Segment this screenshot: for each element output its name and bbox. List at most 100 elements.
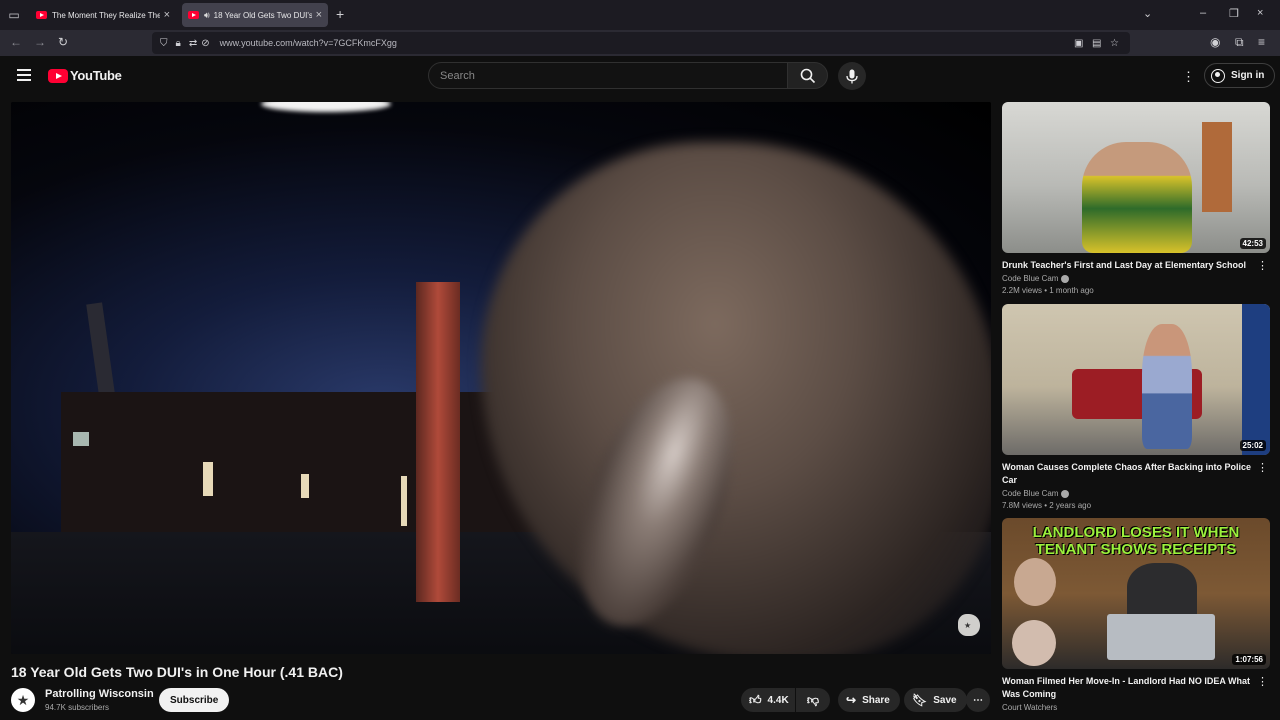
save-button[interactable]: 🔖︎ Save bbox=[904, 688, 967, 712]
url-text[interactable]: www.youtube.com/watch?v=7GCFKmcFXgg bbox=[220, 38, 397, 48]
voice-search-button[interactable] bbox=[838, 62, 866, 90]
video-frame-window bbox=[301, 474, 309, 498]
minimize-icon[interactable]: – bbox=[1200, 7, 1206, 19]
more-horizontal-icon: ⋯ bbox=[973, 694, 983, 706]
recommendation-item[interactable]: LANDLORD LOSES IT WHEN TENANT SHOWS RECE… bbox=[1002, 518, 1270, 712]
video-thumbnail[interactable]: LANDLORD LOSES IT WHEN TENANT SHOWS RECE… bbox=[1002, 518, 1270, 669]
video-thumbnail[interactable]: 42:53 bbox=[1002, 102, 1270, 253]
channel-watermark-icon[interactable]: ★ bbox=[958, 614, 980, 636]
bookmark-icon: 🔖︎ bbox=[912, 693, 928, 707]
dislike-button[interactable]: 👎︎ bbox=[796, 688, 830, 712]
video-frame-window bbox=[203, 462, 213, 496]
tab-overflow-chevron-icon[interactable]: ⌄ bbox=[1143, 7, 1152, 20]
thumbnail-scene bbox=[1242, 304, 1270, 455]
bookmark-star-icon[interactable]: ☆ bbox=[1110, 38, 1119, 49]
channel-name[interactable]: Patrolling Wisconsin bbox=[45, 688, 154, 700]
lock-icon[interactable]: 🔒︎ bbox=[176, 38, 181, 49]
shield-icon[interactable]: ⛉ bbox=[160, 38, 168, 49]
sign-in-label: Sign in bbox=[1231, 70, 1265, 81]
recommendation-kebab-icon[interactable]: ⋮ bbox=[1257, 461, 1268, 474]
thumbnail-headline: LANDLORD LOSES IT WHEN TENANT SHOWS RECE… bbox=[1032, 524, 1240, 558]
video-thumbnail[interactable]: 25:02 bbox=[1002, 304, 1270, 455]
pip-icon[interactable]: ▣ bbox=[1074, 38, 1083, 49]
thumbs-down-icon: 👎︎ bbox=[806, 692, 820, 707]
search-icon bbox=[800, 68, 815, 83]
search-button[interactable] bbox=[787, 62, 828, 89]
youtube-logo[interactable]: YouTube bbox=[48, 68, 122, 83]
account-icon[interactable]: ◉ bbox=[1210, 35, 1220, 49]
new-tab-icon[interactable]: + bbox=[336, 6, 344, 22]
forward-icon[interactable]: → bbox=[34, 35, 46, 49]
recommendation-channel[interactable]: Code Blue Cam bbox=[1002, 274, 1270, 283]
video-frame-window bbox=[73, 432, 89, 446]
browser-tab[interactable]: The Moment They Realize Thei × bbox=[30, 3, 176, 27]
permissions-icon[interactable]: ⇄ bbox=[189, 38, 197, 49]
thumbs-up-icon: 👍︎ bbox=[749, 692, 762, 707]
verified-icon bbox=[1061, 489, 1070, 498]
tab-close-icon[interactable]: × bbox=[316, 9, 322, 21]
video-frame-window bbox=[401, 476, 407, 526]
more-actions-button[interactable]: ⋯ bbox=[966, 688, 990, 712]
share-label: Share bbox=[862, 694, 890, 706]
thumbnail-scene bbox=[1014, 558, 1056, 606]
hamburger-menu-icon[interactable] bbox=[17, 69, 31, 81]
recommendation-item[interactable]: 42:53 ⋮ Drunk Teacher's First and Last D… bbox=[1002, 102, 1270, 295]
video-duration: 42:53 bbox=[1239, 238, 1266, 249]
recommendation-channel[interactable]: Court Watchers bbox=[1002, 703, 1270, 712]
logo-text: YouTube bbox=[70, 68, 122, 83]
youtube-favicon-icon bbox=[188, 11, 199, 19]
youtube-favicon-icon bbox=[36, 11, 47, 19]
recommendation-kebab-icon[interactable]: ⋮ bbox=[1257, 259, 1268, 272]
video-duration: 25:02 bbox=[1239, 440, 1266, 451]
tracking-icon[interactable]: ⊘ bbox=[201, 38, 209, 49]
video-duration: 1:07:56 bbox=[1232, 654, 1266, 665]
url-bar[interactable]: ⛉ 🔒︎ ⇄ ⊘ www.youtube.com/watch?v=7GCFKmc… bbox=[152, 32, 1130, 54]
subscribe-button[interactable]: Subscribe bbox=[159, 688, 230, 712]
maximize-icon[interactable]: ❐ bbox=[1229, 7, 1239, 20]
menu-icon[interactable]: ≡ bbox=[1258, 35, 1265, 49]
thumbnail-scene bbox=[1142, 324, 1192, 449]
tab-title: 18 Year Old Gets Two DUI's bbox=[213, 10, 312, 20]
channel-avatar[interactable]: ★ bbox=[11, 688, 35, 712]
browser-tab-active[interactable]: 🔊︎ 18 Year Old Gets Two DUI's × bbox=[182, 3, 328, 27]
reader-view-icon[interactable]: ▤ bbox=[1092, 38, 1101, 49]
reload-icon[interactable]: ↻ bbox=[58, 35, 68, 49]
tab-title: The Moment They Realize Thei bbox=[52, 10, 160, 20]
tab-list-icon[interactable]: ▭ bbox=[0, 0, 28, 30]
account-circle-icon bbox=[1211, 68, 1225, 83]
like-button[interactable]: 👍︎ 4.4K bbox=[741, 688, 795, 712]
search-box[interactable] bbox=[428, 62, 788, 89]
video-player[interactable]: ★ bbox=[11, 102, 991, 654]
extensions-icon[interactable]: ⧉ bbox=[1235, 35, 1244, 50]
recommendation-meta: 2.2M views • 1 month ago bbox=[1002, 286, 1094, 295]
channel-name[interactable]: Court Watchers bbox=[1002, 703, 1057, 712]
share-icon: ↪ bbox=[846, 693, 857, 707]
back-icon[interactable]: ← bbox=[10, 35, 22, 49]
recommendation-title[interactable]: Drunk Teacher's First and Last Day at El… bbox=[1002, 259, 1252, 272]
recommendation-channel[interactable]: Code Blue Cam bbox=[1002, 489, 1270, 498]
youtube-header: YouTube ⋮ Sign in bbox=[0, 56, 1280, 96]
tab-close-icon[interactable]: × bbox=[164, 9, 170, 21]
thumbnail-scene bbox=[1082, 142, 1192, 253]
youtube-play-icon bbox=[48, 68, 68, 83]
save-label: Save bbox=[933, 694, 957, 706]
channel-name[interactable]: Code Blue Cam bbox=[1002, 274, 1058, 283]
video-frame-lit-tree bbox=[416, 282, 460, 602]
recommendation-item[interactable]: 25:02 ⋮ Woman Causes Complete Chaos Afte… bbox=[1002, 304, 1270, 510]
recommendation-meta: 7.8M views • 2 years ago bbox=[1002, 501, 1092, 510]
browser-tab-bar: ▭ The Moment They Realize Thei × 🔊︎ 18 Y… bbox=[0, 0, 1280, 30]
subscriber-count: 94.7K subscribers bbox=[45, 703, 110, 712]
recommendation-title[interactable]: Woman Filmed Her Move-In - Landlord Had … bbox=[1002, 675, 1252, 701]
thumbnail-scene bbox=[1012, 620, 1056, 666]
window-close-icon[interactable]: × bbox=[1257, 7, 1263, 19]
speaker-icon[interactable]: 🔊︎ bbox=[204, 10, 210, 21]
thumbnail-scene bbox=[1107, 614, 1215, 660]
recommendation-kebab-icon[interactable]: ⋮ bbox=[1257, 675, 1268, 688]
browser-nav-bar: ← → ↻ ⛉ 🔒︎ ⇄ ⊘ www.youtube.com/watch?v=7… bbox=[0, 30, 1280, 56]
search-input[interactable] bbox=[440, 69, 760, 82]
recommendation-title[interactable]: Woman Causes Complete Chaos After Backin… bbox=[1002, 461, 1252, 487]
channel-name[interactable]: Code Blue Cam bbox=[1002, 489, 1058, 498]
settings-kebab-icon[interactable]: ⋮ bbox=[1182, 69, 1195, 85]
share-button[interactable]: ↪ Share bbox=[838, 688, 900, 712]
sign-in-button[interactable]: Sign in bbox=[1204, 63, 1276, 88]
